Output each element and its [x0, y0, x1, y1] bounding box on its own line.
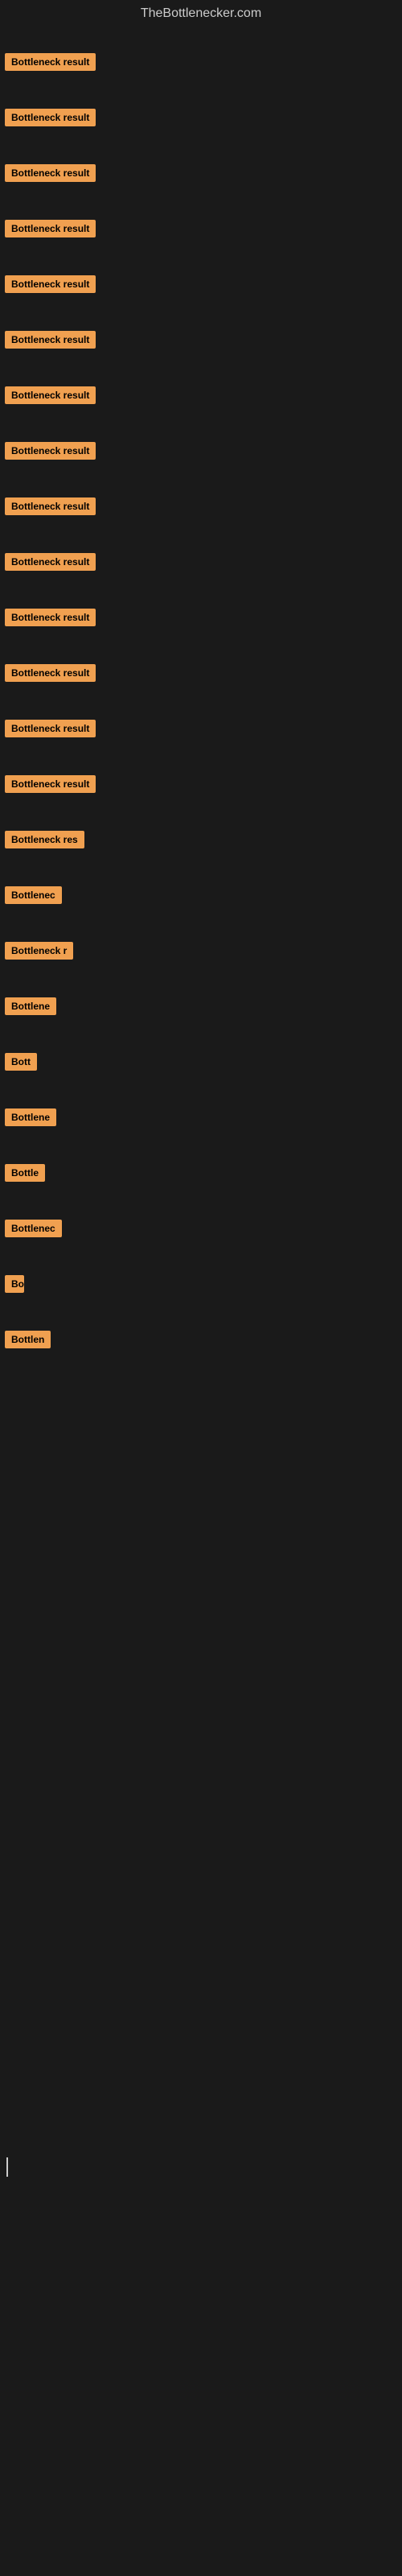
bottleneck-tag[interactable]: Bottleneck result: [5, 553, 96, 571]
result-row[interactable]: Bottleneck result: [2, 308, 402, 364]
bottleneck-tag[interactable]: Bottlene: [5, 997, 56, 1015]
bottleneck-tag[interactable]: Bo: [5, 1275, 24, 1293]
result-row[interactable]: Bottleneck result: [2, 419, 402, 475]
result-row[interactable]: Bottlene: [2, 975, 402, 1030]
bottleneck-tag[interactable]: Bottleneck res: [5, 831, 84, 848]
bottleneck-tag[interactable]: Bottleneck result: [5, 220, 96, 237]
result-row[interactable]: Bo: [2, 1253, 402, 1308]
bottleneck-tag[interactable]: Bott: [5, 1053, 37, 1071]
result-row[interactable]: Bottleneck result: [2, 530, 402, 586]
bottleneck-tag[interactable]: Bottleneck result: [5, 164, 96, 182]
bottleneck-tag[interactable]: Bottleneck result: [5, 442, 96, 460]
bottleneck-tag[interactable]: Bottleneck result: [5, 53, 96, 71]
result-row[interactable]: Bottleneck result: [2, 697, 402, 753]
result-row[interactable]: Bottleneck result: [2, 753, 402, 808]
bottleneck-tag[interactable]: Bottleneck r: [5, 942, 73, 960]
site-title: TheBottlenecker.com: [0, 0, 402, 31]
result-row[interactable]: Bottleneck result: [2, 31, 402, 86]
bottleneck-tag[interactable]: Bottlenec: [5, 886, 62, 904]
rows-container: Bottleneck result Bottleneck result Bottle…: [0, 31, 402, 1364]
bottleneck-tag[interactable]: Bottleneck result: [5, 497, 96, 515]
bottleneck-tag[interactable]: Bottleneck result: [5, 664, 96, 682]
result-row[interactable]: Bottleneck result: [2, 197, 402, 253]
result-row[interactable]: Bottlenec: [2, 864, 402, 919]
result-row[interactable]: Bottleneck result: [2, 586, 402, 642]
result-row[interactable]: Bottleneck result: [2, 86, 402, 142]
bottleneck-tag[interactable]: Bottlenec: [5, 1220, 62, 1237]
result-row[interactable]: Bottlene: [2, 1086, 402, 1141]
bottleneck-tag[interactable]: Bottleneck result: [5, 609, 96, 626]
bottleneck-tag[interactable]: Bottlen: [5, 1331, 51, 1348]
bottleneck-tag[interactable]: Bottleneck result: [5, 775, 96, 793]
result-row[interactable]: Bottleneck result: [2, 475, 402, 530]
cursor-indicator: [6, 2157, 8, 2177]
result-row[interactable]: Bottleneck result: [2, 642, 402, 697]
bottleneck-tag[interactable]: Bottleneck result: [5, 109, 96, 126]
result-row[interactable]: Bottleneck r: [2, 919, 402, 975]
result-row[interactable]: Bottleneck result: [2, 142, 402, 197]
bottleneck-tag[interactable]: Bottleneck result: [5, 386, 96, 404]
result-row[interactable]: Bottlen: [2, 1308, 402, 1364]
result-row[interactable]: Bottleneck result: [2, 364, 402, 419]
page-wrapper: TheBottlenecker.com Bottleneck resultBot…: [0, 0, 402, 1364]
bottleneck-tag[interactable]: Bottlene: [5, 1108, 56, 1126]
bottleneck-tag[interactable]: Bottle: [5, 1164, 45, 1182]
result-row[interactable]: Bottlenec: [2, 1197, 402, 1253]
result-row[interactable]: Bottle: [2, 1141, 402, 1197]
result-row[interactable]: Bottleneck res: [2, 808, 402, 864]
bottleneck-tag[interactable]: Bottleneck result: [5, 331, 96, 349]
bottleneck-tag[interactable]: Bottleneck result: [5, 275, 96, 293]
result-row[interactable]: Bottleneck result: [2, 253, 402, 308]
bottleneck-tag[interactable]: Bottleneck result: [5, 720, 96, 737]
result-row[interactable]: Bott: [2, 1030, 402, 1086]
